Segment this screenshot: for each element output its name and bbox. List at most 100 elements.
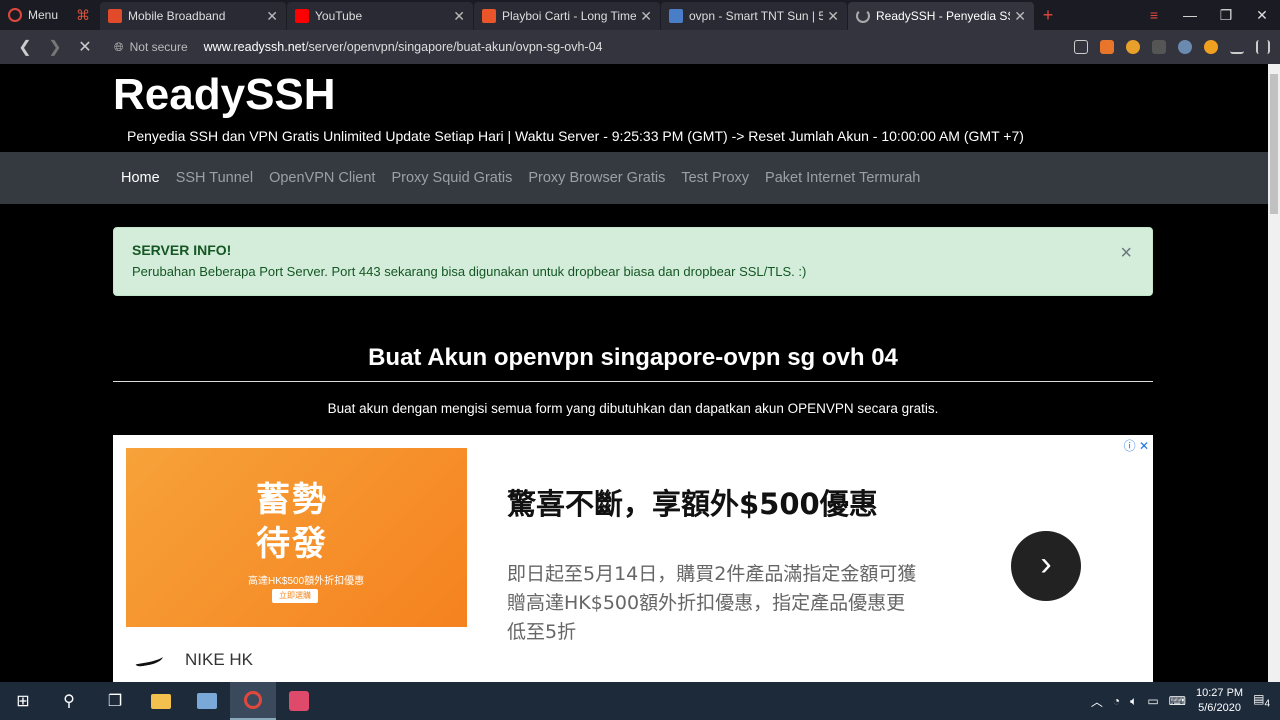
close-tab-icon[interactable]: ✕ bbox=[827, 8, 839, 25]
page-heading: Buat Akun openvpn singapore-ovpn sg ovh … bbox=[368, 344, 898, 371]
site-tagline: Penyedia SSH dan VPN Gratis Unlimited Up… bbox=[127, 128, 1024, 144]
extension-icon[interactable] bbox=[1152, 40, 1166, 54]
alert-heading: SERVER INFO! bbox=[132, 242, 232, 258]
extension-icons bbox=[1074, 40, 1270, 54]
page-scrollbar[interactable] bbox=[1268, 64, 1280, 682]
menu-label: Menu bbox=[28, 8, 59, 22]
bulb-icon[interactable] bbox=[1204, 40, 1218, 54]
tab-youtube[interactable]: YouTube ✕ bbox=[287, 2, 473, 30]
nav-proxy-squid[interactable]: Proxy Squid Gratis bbox=[383, 170, 520, 186]
nike-logo-icon bbox=[134, 652, 164, 668]
stop-button[interactable]: ✕ bbox=[70, 37, 100, 57]
windows-taskbar: ⊞ ⚲ ❐ ︿ ◔ 🔈︎ ▭ ⌨ 10:27 PM 5/6/2020 ▤4 bbox=[0, 682, 1280, 720]
security-label: Not secure bbox=[129, 40, 188, 54]
forward-button[interactable]: ❯ bbox=[40, 37, 70, 57]
start-button[interactable]: ⊞ bbox=[0, 682, 46, 720]
url-path: /server/openvpn/singapore/buat-akun/ovpn… bbox=[305, 40, 603, 54]
tab-title: ovpn - Smart TNT Sun | 5-6 bbox=[689, 9, 824, 23]
wifi-icon[interactable]: ◔ bbox=[1113, 694, 1120, 708]
nav-openvpn-client[interactable]: OpenVPN Client bbox=[261, 170, 383, 186]
main-nav: Home SSH Tunnel OpenVPN Client Proxy Squ… bbox=[0, 152, 1268, 204]
close-tab-icon[interactable]: ✕ bbox=[266, 8, 278, 25]
close-window-button[interactable]: ✕ bbox=[1244, 7, 1280, 24]
new-tab-button[interactable]: + bbox=[1035, 2, 1061, 30]
vpn-icon[interactable] bbox=[1178, 40, 1192, 54]
favicon-icon bbox=[108, 9, 122, 23]
paint-app-icon[interactable] bbox=[276, 682, 322, 720]
alert-close-button[interactable]: × bbox=[1120, 242, 1132, 265]
shield-icon[interactable] bbox=[1100, 40, 1114, 54]
tab-title: Mobile Broadband bbox=[128, 9, 226, 23]
site-brand[interactable]: ReadySSH bbox=[113, 70, 336, 120]
tab-title: ReadySSH - Penyedia SSH d bbox=[876, 9, 1010, 23]
restore-button[interactable]: ❐ bbox=[1208, 7, 1244, 24]
tab-title: YouTube bbox=[315, 9, 363, 23]
easy-setup-icon[interactable] bbox=[1256, 40, 1270, 54]
gamepad-icon[interactable]: ⌘ bbox=[66, 0, 100, 30]
tab-menu-icon[interactable]: ≡ bbox=[1136, 7, 1172, 23]
ad-banner-image[interactable]: 蓄勢 待發 高達HK$500額外折扣優惠 立即選購 bbox=[126, 448, 467, 627]
clock[interactable]: 10:27 PM 5/6/2020 bbox=[1196, 686, 1243, 716]
banner-line1: 蓄勢 bbox=[256, 481, 328, 519]
banner-line2: 待發 bbox=[256, 525, 328, 563]
nav-home[interactable]: Home bbox=[113, 170, 168, 186]
task-view-icon[interactable]: ❐ bbox=[92, 682, 138, 720]
camera-icon[interactable] bbox=[1074, 40, 1088, 54]
globe-icon: 🌐︎ bbox=[114, 39, 124, 54]
advertiser-name: NIKE HK bbox=[185, 650, 254, 669]
advertisement[interactable]: ⓘ ✕ 蓄勢 待發 高達HK$500額外折扣優惠 立即選購 NIKE HK 驚喜… bbox=[113, 435, 1153, 682]
notification-count: 4 bbox=[1264, 698, 1270, 710]
page-lead: Buat akun dengan mengisi semua form yang… bbox=[327, 401, 939, 416]
system-tray: ︿ ◔ 🔈︎ ▭ ⌨ 10:27 PM 5/6/2020 ▤4 bbox=[1091, 686, 1280, 716]
url-field[interactable]: www.readyssh.net/server/openvpn/singapor… bbox=[204, 40, 603, 54]
nav-proxy-browser[interactable]: Proxy Browser Gratis bbox=[520, 170, 673, 186]
clock-date: 5/6/2020 bbox=[1198, 702, 1241, 714]
app-icon[interactable] bbox=[184, 682, 230, 720]
tab-bar: Menu ⌘ Mobile Broadband ✕ YouTube ✕ Play… bbox=[0, 0, 1280, 30]
window-controls: ≡ — ❐ ✕ bbox=[1136, 0, 1280, 30]
minimize-button[interactable]: — bbox=[1172, 7, 1208, 23]
divider bbox=[113, 381, 1153, 382]
notification-icon[interactable]: ▤4 bbox=[1253, 692, 1270, 709]
nav-test-proxy[interactable]: Test Proxy bbox=[673, 170, 757, 186]
ad-title[interactable]: 驚喜不斷，享額外$500優惠 bbox=[507, 481, 878, 523]
volume-icon[interactable]: 🔈︎ bbox=[1130, 694, 1137, 709]
url-host: www.readyssh.net bbox=[203, 40, 306, 54]
file-explorer-icon[interactable] bbox=[138, 682, 184, 720]
nav-ssh-tunnel[interactable]: SSH Tunnel bbox=[168, 170, 261, 186]
opera-taskbar-icon[interactable] bbox=[230, 682, 276, 720]
clock-time: 10:27 PM bbox=[1196, 687, 1244, 699]
favicon-icon bbox=[669, 9, 683, 23]
ad-next-arrow-button[interactable]: › bbox=[1011, 531, 1081, 601]
tab-playboi-carti[interactable]: Playboi Carti - Long Time - ✕ bbox=[474, 2, 660, 30]
tab-ovpn[interactable]: ovpn - Smart TNT Sun | 5-6 ✕ bbox=[661, 2, 847, 30]
ad-advertiser[interactable]: NIKE HK bbox=[134, 650, 254, 670]
favicon-icon bbox=[482, 9, 496, 23]
download-icon[interactable] bbox=[1230, 40, 1244, 54]
battery-icon[interactable]: ▭ bbox=[1147, 694, 1158, 708]
opera-logo-icon bbox=[8, 8, 22, 22]
close-tab-icon[interactable]: ✕ bbox=[453, 8, 465, 25]
search-icon[interactable]: ⚲ bbox=[46, 682, 92, 720]
web-page: ReadySSH Penyedia SSH dan VPN Gratis Unl… bbox=[0, 64, 1268, 682]
heart-icon[interactable] bbox=[1126, 40, 1140, 54]
loading-spinner-icon bbox=[856, 9, 870, 23]
banner-subtitle: 高達HK$500額外折扣優惠 bbox=[248, 576, 365, 587]
back-button[interactable]: ❮ bbox=[10, 37, 40, 57]
banner-shop-button[interactable]: 立即選購 bbox=[272, 589, 318, 603]
keyboard-icon[interactable]: ⌨ bbox=[1169, 694, 1186, 708]
banner-headline: 蓄勢 待發 bbox=[256, 478, 328, 566]
close-tab-icon[interactable]: ✕ bbox=[1014, 8, 1026, 25]
security-indicator[interactable]: 🌐︎ Not secure bbox=[114, 40, 188, 55]
adchoices-icon[interactable]: ⓘ ✕ bbox=[1124, 437, 1149, 454]
tab-title: Playboi Carti - Long Time - bbox=[502, 9, 637, 23]
opera-menu-button[interactable]: Menu bbox=[0, 0, 66, 30]
tab-mobile-broadband[interactable]: Mobile Broadband ✕ bbox=[100, 2, 286, 30]
close-tab-icon[interactable]: ✕ bbox=[640, 8, 652, 25]
tab-readyssh[interactable]: ReadySSH - Penyedia SSH d ✕ bbox=[848, 2, 1034, 30]
nav-paket-internet[interactable]: Paket Internet Termurah bbox=[757, 170, 928, 186]
chevron-up-icon[interactable]: ︿ bbox=[1091, 693, 1103, 710]
address-bar: ❮ ❯ ✕ 🌐︎ Not secure www.readyssh.net/ser… bbox=[0, 30, 1280, 64]
scrollbar-thumb[interactable] bbox=[1270, 74, 1278, 214]
server-info-alert: SERVER INFO! Perubahan Beberapa Port Ser… bbox=[113, 227, 1153, 296]
